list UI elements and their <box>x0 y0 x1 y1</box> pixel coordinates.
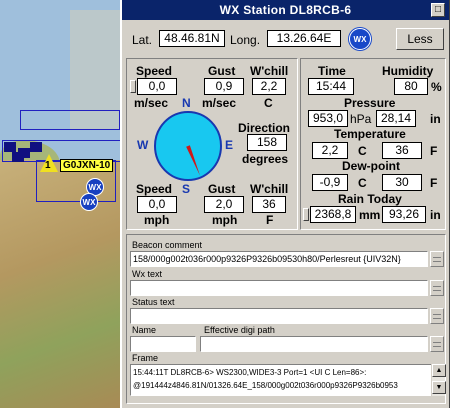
temperature-label: Temperature <box>334 127 406 141</box>
wind-chill-f-unit: F <box>266 213 274 227</box>
wind-gust-ms-unit: m/sec <box>202 96 237 110</box>
temperature-f-unit: F <box>430 144 438 158</box>
beacon-comment-field[interactable]: 158/000g002t036r000p9326P9326b09530h80/P… <box>130 251 428 267</box>
wx-station-icon[interactable]: WX <box>80 193 98 211</box>
wind-speed-mph-unit: mph <box>144 213 170 227</box>
humidity-value: 80 <box>394 78 428 95</box>
map-grid-square <box>4 142 16 152</box>
beacon-comment-label: Beacon comment <box>132 240 203 250</box>
map-view[interactable]: 1 G0JXN-10 WX WX <box>0 0 124 408</box>
direction-label: Direction <box>238 121 291 135</box>
wx-text-scroll-handle[interactable] <box>430 280 444 296</box>
digi-path-field[interactable] <box>200 336 428 352</box>
frame-label: Frame <box>132 353 159 363</box>
rain-today-label: Rain Today <box>338 192 402 206</box>
scroll-up-arrow-icon[interactable]: ▲ <box>432 364 446 377</box>
wind-chill-label: W'chill <box>250 64 289 78</box>
wind-chill-f-value: 36 <box>252 196 286 213</box>
wx-text-field[interactable] <box>130 280 428 296</box>
wind-gust-label: Gust <box>208 64 236 78</box>
compass-north-label: N <box>182 96 191 110</box>
window-title: WX Station DL8RCB-6 <box>219 3 352 17</box>
rain-in-value: 93,26 <box>382 206 426 223</box>
wind-speed-ms-unit: m/sec <box>134 96 169 110</box>
wx-badge-icon: WX <box>349 28 371 50</box>
frame-line-2: @191444z4846.81N/01326.64E_158/000g002t0… <box>133 381 398 390</box>
temperature-c-unit: C <box>358 144 367 158</box>
wind-gust-mph-unit: mph <box>212 213 238 227</box>
wind-speed-label: Speed <box>136 64 173 78</box>
wind-chill-c-unit: C <box>264 96 273 110</box>
name-field[interactable] <box>130 336 196 352</box>
long-value: 13.26.64E <box>267 30 341 47</box>
wx-station-window: WX Station DL8RCB-6 □ Lat. 48.46.81N Lon… <box>120 0 450 408</box>
digi-scroll-handle[interactable] <box>430 336 444 352</box>
pressure-hpa-value: 953,0 <box>308 110 348 127</box>
wind-chill-label-imperial: W'chill <box>250 182 289 196</box>
rain-mm-value: 2368,8 <box>310 206 356 223</box>
direction-unit: degrees <box>242 152 289 166</box>
wind-speed-label-imperial: Speed <box>136 182 173 196</box>
rain-mm-unit: mm <box>359 208 381 222</box>
direction-value: 158 <box>247 134 287 151</box>
status-scroll-handle[interactable] <box>430 308 444 324</box>
map-grid-square <box>12 152 24 162</box>
wind-speed-ms-value: 0,0 <box>137 78 177 95</box>
frame-scrollbar[interactable]: ▲ ▼ <box>431 364 446 396</box>
humidity-label: Humidity <box>382 64 434 78</box>
dew-point-f-value: 30 <box>382 174 422 191</box>
wind-gust-mph-value: 2,0 <box>204 196 244 213</box>
lat-label: Lat. <box>132 33 153 47</box>
rain-slider-handle[interactable] <box>303 208 309 221</box>
compass-south-label: S <box>182 182 191 196</box>
less-button[interactable]: Less <box>396 28 444 50</box>
status-text-label: Status text <box>132 297 175 307</box>
rain-in-unit: in <box>430 208 441 222</box>
compass-west-label: W <box>137 138 149 152</box>
pressure-in-unit: in <box>430 112 441 126</box>
frame-text-area[interactable]: 15:44:11T DL8RCB-6> WS2300,WIDE3-3 Port=… <box>130 364 432 396</box>
temperature-f-value: 36 <box>382 142 422 159</box>
humidity-unit: % <box>431 80 442 94</box>
pressure-in-value: 28,14 <box>376 110 416 127</box>
beacon-scroll-handle[interactable] <box>430 251 444 267</box>
long-label: Long. <box>230 33 261 47</box>
digi-path-label: Effective digi path <box>204 325 275 335</box>
station-callsign-label[interactable]: G0JXN-10 <box>60 159 114 172</box>
status-text-field[interactable] <box>130 308 428 324</box>
time-label: Time <box>318 64 346 78</box>
map-grid-box <box>20 110 120 130</box>
frame-line-1: 15:44:11T DL8RCB-6> WS2300,WIDE3-3 Port=… <box>133 368 367 377</box>
station-triangle-number: 1 <box>45 160 51 171</box>
compass-east-label: E <box>225 138 234 152</box>
dew-point-c-unit: C <box>358 176 367 190</box>
time-value: 15:44 <box>308 78 354 95</box>
name-label: Name <box>132 325 157 335</box>
title-bar[interactable]: WX Station DL8RCB-6 □ <box>122 0 449 20</box>
wx-text-label: Wx text <box>132 269 163 279</box>
wind-gust-ms-value: 0,9 <box>204 78 244 95</box>
dew-point-label: Dew-point <box>342 159 400 173</box>
wind-gust-label-imperial: Gust <box>208 182 236 196</box>
scroll-down-arrow-icon[interactable]: ▼ <box>432 381 446 394</box>
wind-chill-c-value: 2,2 <box>252 78 286 95</box>
close-button[interactable]: □ <box>431 3 445 17</box>
pressure-hpa-unit: hPa <box>350 112 372 126</box>
pressure-label: Pressure <box>344 96 396 110</box>
wind-speed-mph-value: 0,0 <box>137 196 177 213</box>
dew-point-f-unit: F <box>430 176 438 190</box>
map-grid-square <box>30 142 42 152</box>
dew-point-c-value: -0,9 <box>312 174 348 191</box>
speed-slider-handle[interactable] <box>130 80 136 93</box>
temperature-c-value: 2,2 <box>312 142 348 159</box>
lat-value: 48.46.81N <box>159 30 225 47</box>
wind-compass <box>154 111 222 181</box>
